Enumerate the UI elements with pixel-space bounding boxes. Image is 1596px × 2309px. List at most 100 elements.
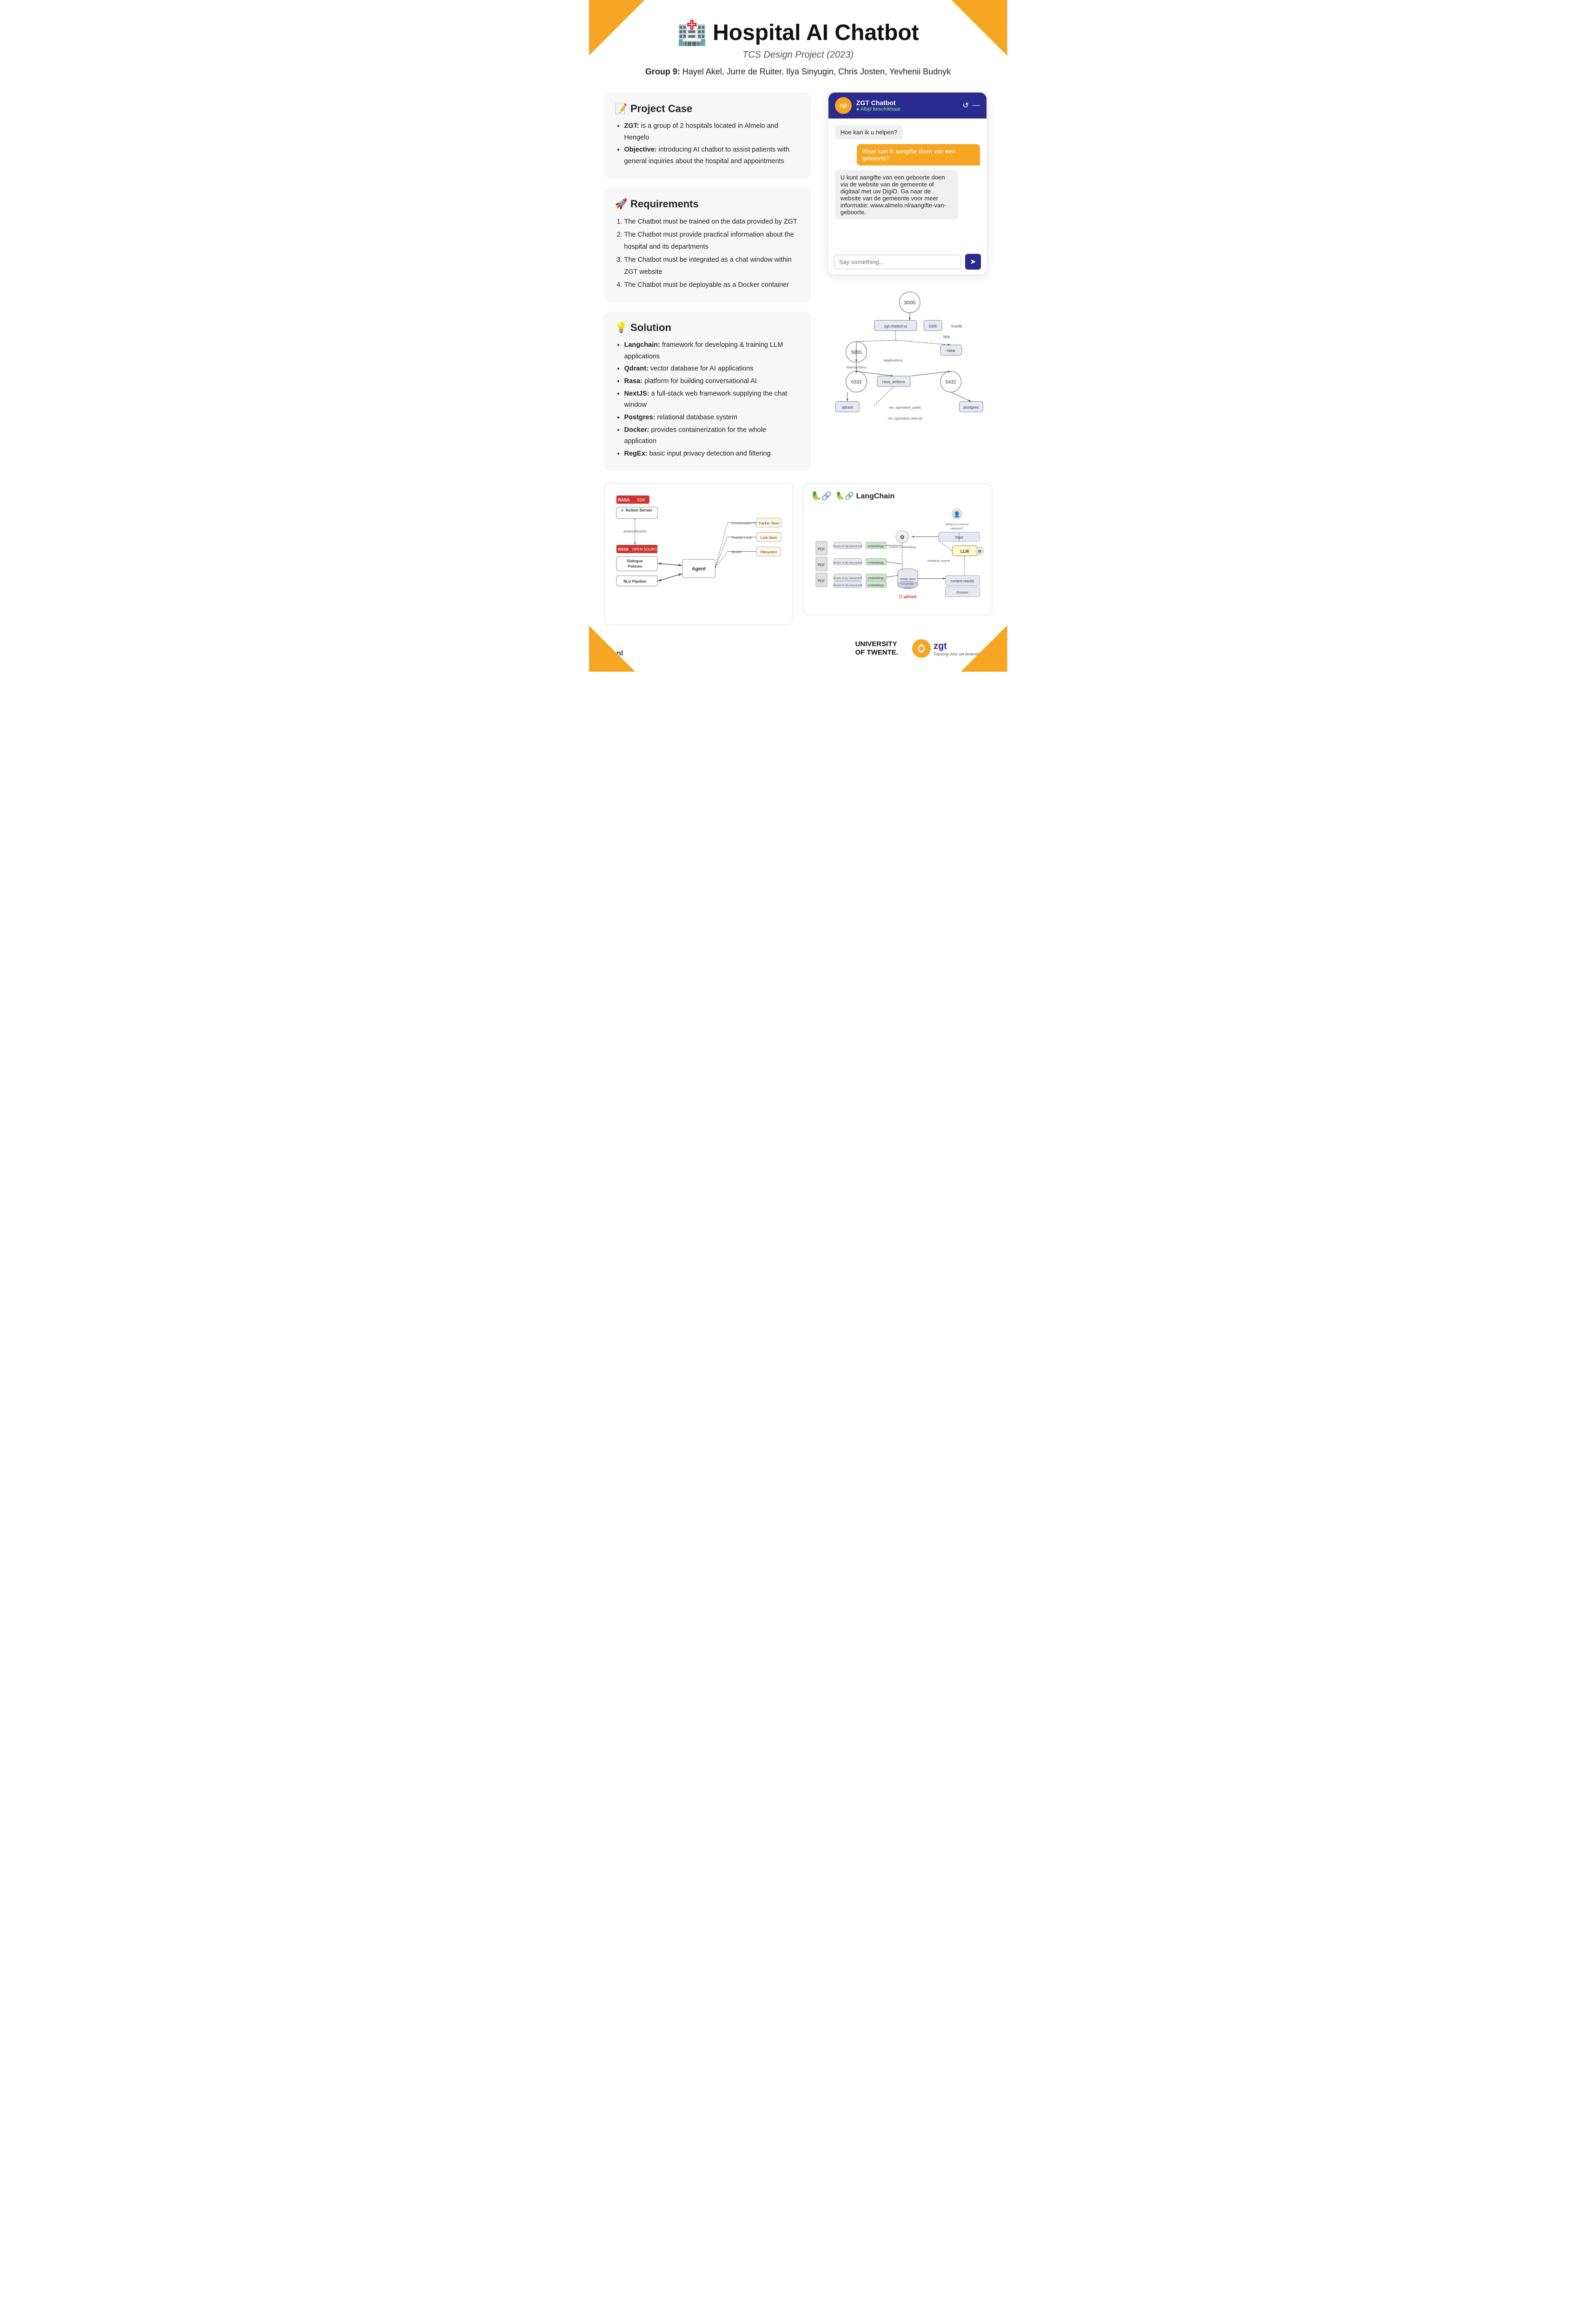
svg-text:⚙: ⚙ [978, 549, 981, 553]
chatbot-input[interactable] [834, 255, 962, 269]
svg-text:Filesystem: Filesystem [760, 549, 777, 554]
requirements-card: 🚀 Requirements The Chatbot must be train… [604, 188, 812, 303]
footer-logos: UNIVERSITY OF TWENTE. zgt Topzorg voor u… [855, 639, 992, 658]
chatbot-input-row: ➤ [828, 249, 987, 274]
solution-item-langchain: Langchain: framework for developing & tr… [624, 339, 801, 362]
zgt-logo: zgt [835, 97, 852, 114]
svg-text:embeddings: embeddings [868, 561, 884, 564]
svg-text:NLU Pipeline: NLU Pipeline [623, 579, 647, 583]
svg-text:RASA: RASA [618, 497, 630, 502]
svg-text:similarity search: similarity search [927, 559, 950, 562]
svg-text:/traefik: /traefik [951, 324, 962, 328]
solution-item-regex: RegEx: basic input privacy detection and… [624, 448, 801, 460]
svg-text:SDK: SDK [637, 497, 645, 502]
svg-text:chunk of (d) document: chunk of (d) document [833, 584, 862, 587]
project-case-title: 📝 Project Case [615, 103, 801, 115]
svg-text:embeddings: embeddings [868, 545, 884, 548]
chat-message-2: Waar kan ik aangifte doen van een geboor… [857, 144, 980, 165]
svg-text:chunk of (b) document: chunk of (b) document [833, 561, 862, 564]
solution-item-qdrant: Qdrant: vector database for AI applicati… [624, 363, 801, 375]
solution-list: Langchain: framework for developing & tr… [615, 339, 801, 459]
chatbot-name: ZGT Chatbot [856, 99, 901, 106]
svg-text:👤: 👤 [953, 511, 960, 517]
project-case-card: 📝 Project Case ZGT: is a group of 2 hosp… [604, 93, 812, 179]
chatbot-status: ● Altijd beschikbaar [856, 106, 901, 112]
arch-svg: 3000 zgt-chatbot-ui 5005 /traefik /app 5… [827, 288, 987, 420]
svg-text:5432: 5432 [946, 380, 956, 385]
langchain-svg: 👤 What is a neural network? Input ⚙ cust… [811, 505, 984, 605]
svg-text:network?: network? [950, 527, 963, 530]
svg-text:LLM: LLM [960, 549, 968, 553]
langchain-title: 🦜🔗 LangChain [835, 491, 894, 501]
architecture-diagram: 3000 zgt-chatbot-ui 5005 /traefik /app 5… [822, 284, 992, 427]
svg-text:What is a neural: What is a neural [945, 523, 968, 526]
rasa-diagram-card: RASA SDK ⚙ Action Server Actions/Events … [604, 483, 794, 626]
chatbot-widget: zgt ZGT Chatbot ● Altijd beschikbaar ↺ —… [828, 93, 987, 274]
solution-item-postgres: Postgres: relational database system [624, 412, 801, 423]
req-item-4: The Chatbot must be deployable as a Dock… [624, 279, 801, 291]
svg-text:PDF: PDF [817, 547, 825, 551]
svg-text:embeddings: embeddings [868, 576, 884, 580]
svg-text:Model: Model [731, 549, 741, 554]
solution-item-rasa: Rasa: platform for building conversation… [624, 376, 801, 387]
svg-text:net: zgtchatbot_public: net: zgtchatbot_public [889, 406, 921, 410]
svg-text:chunk of (a) document: chunk of (a) document [833, 545, 862, 548]
refresh-icon[interactable]: ↺ [962, 101, 968, 110]
svg-text:Action Server: Action Server [625, 508, 652, 512]
group-members: Hayel Akel, Jurre de Ruiter, Ilya Sinyug… [682, 67, 951, 76]
req-item-3: The Chatbot must be integrated as a chat… [624, 254, 801, 278]
svg-text:Agent: Agent [691, 566, 706, 572]
svg-text:Dialogue: Dialogue [627, 559, 642, 563]
rasa-svg: RASA SDK ⚙ Action Server Actions/Events … [612, 491, 785, 615]
svg-text:OPEN SOURCE: OPEN SOURCE [632, 547, 659, 551]
svg-text:Tracker Store: Tracker Store [758, 521, 779, 525]
hospital-icon: 🏥 [677, 19, 707, 47]
svg-text:5005: 5005 [929, 324, 938, 328]
page-header: 🏥 Hospital AI Chatbot TCS Design Project… [589, 0, 1007, 81]
chatbot-controls: ↺ — [962, 101, 980, 110]
project-case-item-1: ZGT: is a group of 2 hospitals located i… [624, 120, 801, 143]
langchain-diagram-section: 🦜🔗 🦜🔗 LangChain 👤 What is a neural netwo… [803, 483, 993, 626]
req-item-1: The Chatbot must be trained on the data … [624, 216, 801, 228]
svg-text:RASA: RASA [618, 547, 629, 551]
svg-text:⬡ qdrant: ⬡ qdrant [899, 594, 916, 599]
svg-text:store: store [905, 587, 911, 589]
svg-text:chunk of (c) document: chunk of (c) document [833, 576, 862, 580]
svg-text:PDF: PDF [817, 579, 825, 583]
req-item-2: The Chatbot must provide practical infor… [624, 229, 801, 253]
svg-text:3000: 3000 [904, 300, 915, 306]
right-column: zgt ZGT Chatbot ● Altijd beschikbaar ↺ —… [822, 93, 992, 427]
group-info: Group 9: Hayel Akel, Jurre de Ruiter, Il… [598, 67, 998, 77]
minimize-icon[interactable]: — [973, 101, 980, 110]
svg-text:context results: context results [950, 579, 974, 583]
svg-text:⚙: ⚙ [900, 534, 905, 540]
chat-message-1: Hoe kan ik u helpen? [835, 125, 903, 139]
page-footer: zgt.nl UNIVERSITY OF TWENTE. zgt Topzorg… [589, 635, 1007, 672]
solution-card: 💡 Solution Langchain: framework for deve… [604, 311, 812, 470]
project-case-item-2: Objective: introducing AI chatbot to ass… [624, 144, 801, 167]
page-title: Hospital AI Chatbot [713, 20, 919, 46]
svg-text:rasa_actions: rasa_actions [882, 379, 905, 384]
solution-title: 💡 Solution [615, 322, 801, 334]
svg-text:6333: 6333 [851, 380, 862, 385]
solution-item-nextjs: NextJS: a full-stack web framework suppl… [624, 388, 801, 411]
svg-text:Tracker Lock: Tracker Lock [731, 535, 751, 539]
svg-text:Lock Store: Lock Store [760, 535, 777, 539]
svg-text:qdrant: qdrant [842, 405, 854, 410]
requirements-title: 🚀 Requirements [615, 198, 801, 210]
chatbot-send-button[interactable]: ➤ [965, 254, 980, 270]
svg-text:/applications: /applications [883, 358, 903, 362]
svg-text:net: zgtchatbot_internal: net: zgtchatbot_internal [888, 417, 922, 420]
svg-text:zgt-chatbot-ui: zgt-chatbot-ui [884, 324, 907, 328]
project-case-list: ZGT: is a group of 2 hospitals located i… [615, 120, 801, 167]
svg-text:Answer: Answer [956, 590, 968, 594]
svg-text:PDF: PDF [817, 563, 825, 567]
chatbot-header-left: zgt ZGT Chatbot ● Altijd beschikbaar [835, 97, 901, 114]
solution-item-docker: Docker: provides containerization for th… [624, 424, 801, 447]
main-content: 📝 Project Case ZGT: is a group of 2 hosp… [589, 81, 1007, 478]
page-subtitle: TCS Design Project (2023) [598, 50, 998, 60]
svg-text:knowledge: knowledge [901, 582, 914, 585]
svg-text:/app: /app [943, 335, 950, 339]
requirements-list: The Chatbot must be trained on the data … [615, 216, 801, 291]
svg-text:postgres: postgres [963, 405, 979, 410]
